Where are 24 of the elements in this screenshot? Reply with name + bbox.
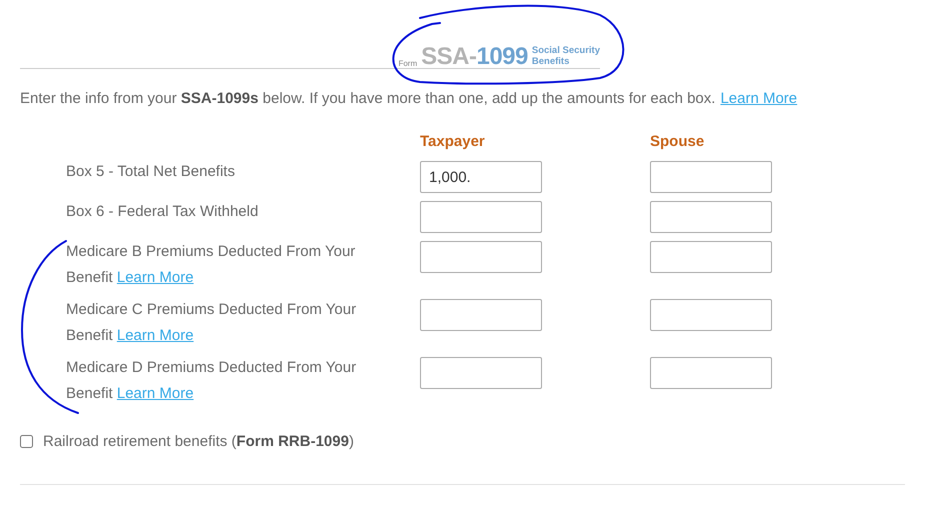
column-header: Spouse [650,133,706,150]
taxpayer-field[interactable] [420,201,542,233]
learn-more-link[interactable]: Learn More [116,385,194,402]
taxpayer-field[interactable]: 1,000. [420,161,542,193]
checkbox-label: Railroad retirement benefits (Form RRB-1099) [43,433,354,450]
learn-more-link[interactable]: Learn More [116,269,194,286]
spouse-field[interactable] [650,241,772,273]
field-label: Medicare C Premiums Deducted From Your Benefit Learn More [66,300,358,346]
spouse-field[interactable] [650,161,772,193]
column-header: Taxpayer [420,133,486,150]
spouse-field[interactable] [650,299,772,331]
taxpayer-field[interactable] [420,357,542,389]
field-label: Medicare D Premiums Deducted From Your Benefit Learn More [66,358,358,404]
learn-more-link[interactable]: Learn More [116,327,194,344]
spouse-field[interactable] [650,357,772,389]
intro-text: Enter the info from your SSA-1099s below. If you have more than one, add up the amounts for each box. [20,90,716,107]
taxpayer-field[interactable] [420,299,542,331]
taxpayer-field[interactable] [420,241,542,273]
field-label: Box 5 - Total Net Benefits [66,162,236,182]
field-label: Medicare B Premiums Deducted From Your Benefit Learn More [66,242,356,288]
field-label: Box 6 - Federal Tax Withheld [66,202,260,222]
railroad-checkbox[interactable] [20,435,33,448]
learn-more-link[interactable]: Learn More [720,90,798,107]
spouse-field[interactable] [650,201,772,233]
